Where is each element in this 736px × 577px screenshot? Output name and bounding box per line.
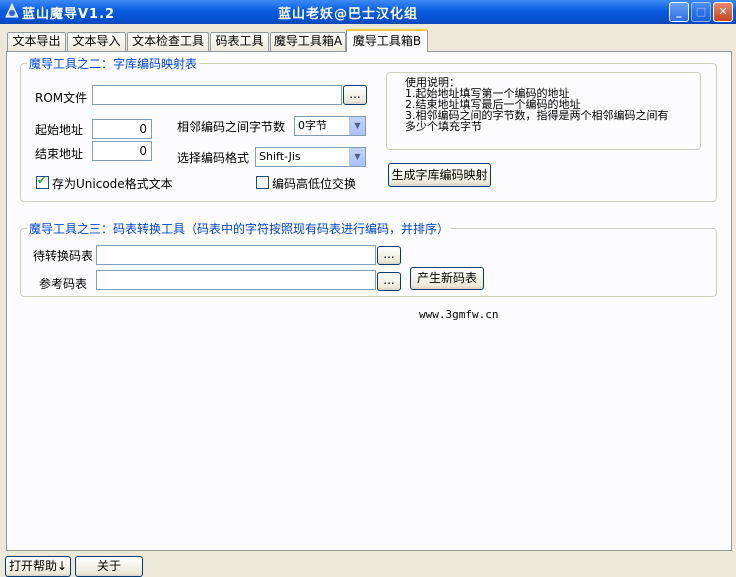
chevron-down-icon: ▼ — [349, 117, 365, 135]
swap-checkbox-label: 编码高低位交换 — [272, 177, 357, 191]
maximize-icon: □ — [695, 5, 707, 18]
source-browse-button[interactable]: ... — [377, 246, 401, 265]
tab-text-import[interactable]: 文本导入 — [67, 32, 126, 51]
window-title: 蓝山魔导V1.2 — [22, 7, 116, 22]
tab-table-tools[interactable]: 码表工具 — [210, 32, 269, 51]
end-address-label: 结束地址 — [35, 147, 84, 161]
generate-mapping-button[interactable]: 生成字库编码映射 — [388, 163, 491, 187]
maximize-button: □ — [691, 2, 711, 22]
tab-toolbox-b[interactable]: 魔导工具箱B — [346, 29, 428, 52]
app-icon — [5, 3, 19, 18]
generate-table-button[interactable]: 产生新码表 — [410, 267, 484, 290]
usage-note-line: 多少个填充字节 — [405, 120, 482, 133]
minimize-button[interactable]: _ — [669, 2, 689, 22]
about-button[interactable]: 关于 — [75, 556, 143, 577]
start-address-label: 起始地址 — [35, 123, 84, 137]
tab-label: 码表工具 — [215, 34, 264, 48]
rom-file-input[interactable] — [92, 85, 342, 105]
end-address-input[interactable]: 0 — [92, 141, 152, 161]
encoding-format-label: 选择编码格式 — [177, 151, 250, 165]
source-table-label: 待转换码表 — [33, 249, 94, 263]
reference-browse-button[interactable]: ... — [377, 272, 401, 291]
source-table-input[interactable] — [96, 245, 376, 265]
tab-label: 文本导出 — [12, 34, 61, 48]
unicode-checkbox[interactable] — [36, 174, 49, 189]
open-help-button[interactable]: 打开帮助↓ — [5, 556, 71, 577]
tab-panel: 魔导工具之二：字库编码映射表 ROM文件 ... 起始地址 0 结束地址 0 相… — [6, 51, 732, 551]
tab-label: 文本导入 — [72, 34, 121, 48]
swap-checkbox[interactable] — [256, 176, 269, 189]
encoding-format-value: Shift-Jis — [259, 150, 301, 163]
gap-bytes-select[interactable]: 0字节 ▼ — [294, 116, 366, 136]
gap-bytes-value: 0字节 — [298, 119, 327, 132]
group-table-convert-title: 魔导工具之三：码表转换工具（码表中的字符按照现有码表进行编码，并排序） — [27, 220, 452, 237]
minimize-icon: _ — [676, 5, 682, 18]
title-bar: 蓝山魔导V1.2 蓝山老妖@巴士汉化组 _ □ ✕ — [0, 0, 736, 24]
close-icon: ✕ — [718, 5, 728, 18]
rom-file-label: ROM文件 — [35, 91, 88, 105]
website-text: www.3gmfw.cn — [419, 308, 499, 321]
chevron-down-icon: ▼ — [349, 148, 365, 166]
rom-browse-button[interactable]: ... — [343, 85, 367, 105]
gap-bytes-label: 相邻编码之间字节数 — [177, 120, 286, 134]
usage-notes: 使用说明： 1.起始地址填写第一个编码的地址 2.结束地址填写最后一个编码的地址… — [386, 72, 701, 150]
tab-text-export[interactable]: 文本导出 — [7, 32, 66, 51]
tab-toolbox-a[interactable]: 魔导工具箱A — [270, 32, 346, 51]
window-center-title: 蓝山老妖@巴士汉化组 — [278, 7, 419, 22]
unicode-checkbox-label: 存为Unicode格式文本 — [52, 177, 173, 191]
reference-table-input[interactable] — [96, 270, 376, 290]
group-font-mapping-title: 魔导工具之二：字库编码映射表 — [27, 55, 200, 72]
tab-label: 魔导工具箱A — [273, 34, 343, 48]
start-address-input[interactable]: 0 — [92, 119, 152, 139]
reference-table-label: 参考码表 — [39, 277, 88, 291]
encoding-format-select[interactable]: Shift-Jis ▼ — [255, 147, 366, 167]
close-button[interactable]: ✕ — [713, 2, 733, 22]
tab-label: 魔导工具箱B — [352, 34, 422, 48]
tab-label: 文本检查工具 — [131, 34, 204, 48]
tab-text-check[interactable]: 文本检查工具 — [127, 32, 209, 51]
